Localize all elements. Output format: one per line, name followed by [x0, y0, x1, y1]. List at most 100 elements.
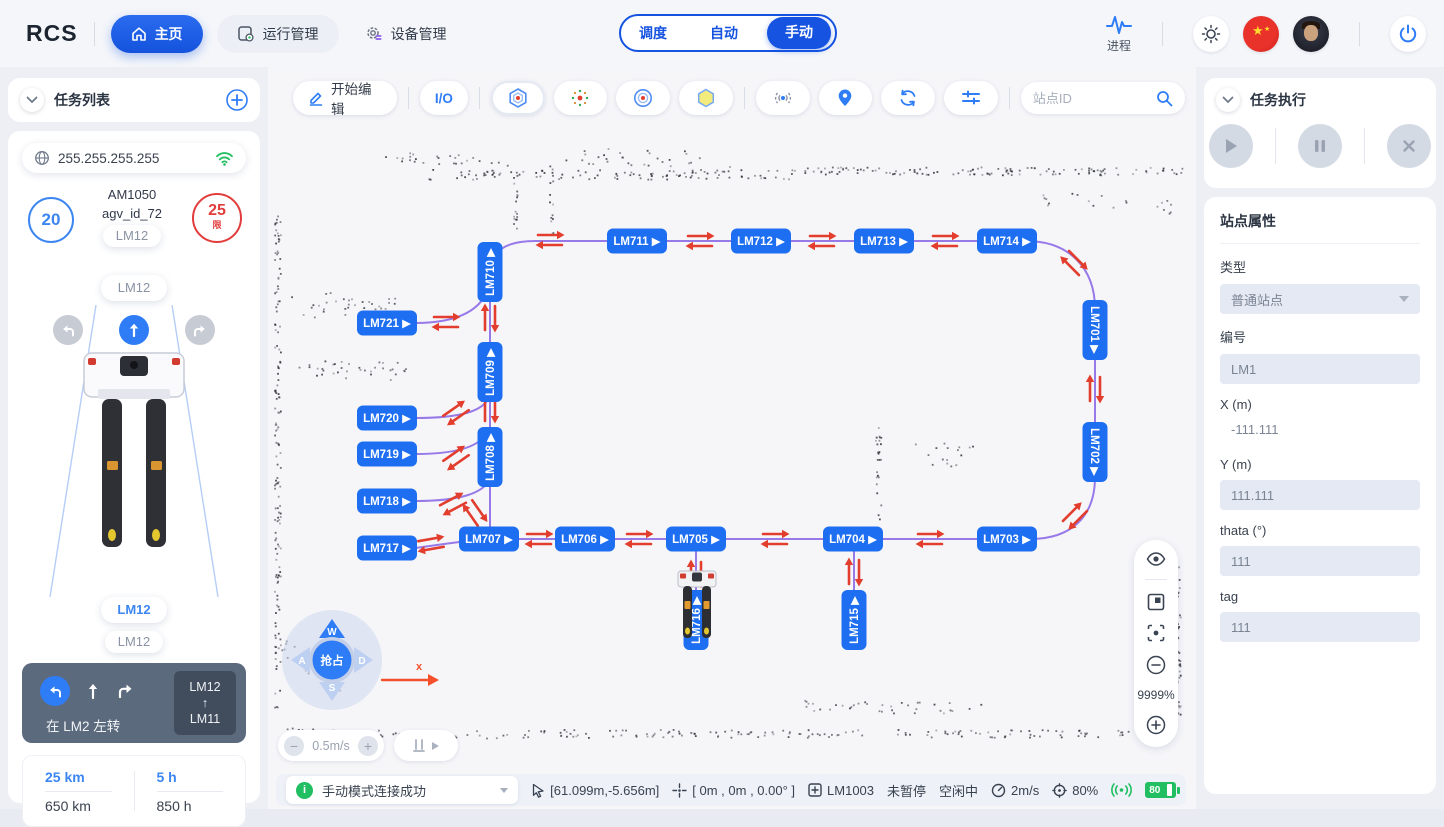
task-cancel-button[interactable] [1387, 124, 1431, 168]
map-station[interactable]: LM707 ▶ [459, 527, 519, 552]
visibility-button[interactable] [1146, 552, 1166, 566]
pulse-icon [1106, 14, 1132, 36]
tab-dispatch[interactable]: 调度 [625, 18, 681, 48]
map-station[interactable]: LM711 ▶ [607, 229, 667, 254]
theme-toggle-button[interactable] [1193, 16, 1229, 52]
nav-operations[interactable]: 运行管理 [217, 15, 339, 53]
map-station[interactable]: LM706 ▶ [555, 527, 615, 552]
joystick-a[interactable]: A [298, 656, 305, 667]
area-layer-button[interactable] [679, 81, 733, 115]
language-flag-button[interactable]: ★ ★ [1243, 16, 1279, 52]
map-station[interactable]: LM713 ▶ [854, 229, 914, 254]
number-input[interactable] [1231, 362, 1409, 377]
map-station[interactable]: LM701 ▶ [1083, 300, 1108, 360]
yellow-hexagon-icon [695, 87, 717, 109]
process-button[interactable]: 进程 [1106, 14, 1132, 54]
go-straight-icon[interactable] [119, 315, 149, 345]
joystick-s[interactable]: S [329, 683, 336, 694]
circle-layer-button[interactable] [616, 81, 670, 115]
joystick-seize-button[interactable]: 抢占 [321, 654, 344, 668]
chevron-down-icon [1399, 296, 1409, 302]
svg-text:LM718 ▶: LM718 ▶ [363, 496, 411, 508]
zoom-out-button[interactable] [1146, 655, 1166, 675]
locate-pin-button[interactable] [819, 81, 873, 115]
pointcloud-layer-button[interactable] [554, 81, 608, 115]
station-props-panel: 站点属性 类型 普通站点 编号 X (m) -111.111 Y (m) tha… [1204, 197, 1436, 794]
divider [94, 22, 95, 46]
nav-home[interactable]: 主页 [111, 15, 203, 53]
power-icon [1397, 23, 1419, 45]
map-station[interactable]: LM717 ▶ [357, 536, 417, 561]
map-station[interactable]: LM714 ▶ [977, 229, 1037, 254]
map-station[interactable]: LM709 ▶ [478, 342, 503, 402]
type-select[interactable]: 普通站点 [1220, 284, 1420, 314]
map-station[interactable]: LM705 ▶ [666, 527, 726, 552]
top-bar: RCS 主页 运行管理 设备管理 调度 自动 手动 进程 ★ ★ [0, 0, 1444, 67]
monitor-gear-icon [237, 25, 255, 43]
user-avatar[interactable] [1293, 16, 1329, 52]
nav-home-label: 主页 [155, 24, 183, 44]
map-station[interactable]: LM702 ▶ [1083, 422, 1108, 482]
task-exec-panel: 任务执行 [1204, 78, 1436, 188]
chevron-down-icon[interactable] [20, 88, 44, 112]
mode-switcher: 调度 自动 手动 [619, 14, 837, 52]
field-thata: thata (°) [1220, 523, 1420, 576]
joystick-d[interactable]: D [358, 656, 365, 667]
task-play-button[interactable] [1209, 124, 1253, 168]
stat-hours: 5 h 850 h [135, 769, 246, 814]
radar-scan-button[interactable] [756, 81, 810, 115]
filter-settings-button[interactable] [944, 81, 998, 115]
left-sidebar: 任务列表 255.255.255.255 20 AM1050 agv_id_72… [0, 67, 268, 809]
map-view-controls: 9999% [1134, 540, 1178, 747]
route-arrow: ↑ [202, 695, 208, 711]
search-icon[interactable] [1156, 90, 1173, 107]
station-search-input[interactable] [1033, 91, 1150, 106]
station-layer-button[interactable] [491, 81, 545, 115]
center-focus-button[interactable] [1147, 624, 1165, 642]
map-station[interactable]: LM703 ▶ [977, 527, 1037, 552]
agv-model: AM1050 [108, 187, 156, 202]
map-station[interactable]: LM715 ▶ [842, 590, 867, 650]
svg-text:LM715 ▶: LM715 ▶ [849, 596, 861, 644]
tab-manual[interactable]: 手动 [767, 17, 831, 49]
fork-control-button[interactable] [394, 730, 458, 761]
y-input[interactable] [1231, 488, 1409, 503]
circle-station-icon [632, 87, 654, 109]
station-search[interactable] [1021, 82, 1185, 114]
map-station[interactable]: LM704 ▶ [823, 527, 883, 552]
io-button[interactable]: I/O [420, 81, 468, 115]
turn-left-icon[interactable] [53, 315, 83, 345]
zoom-in-button[interactable] [1146, 715, 1166, 735]
svg-text:LM704 ▶: LM704 ▶ [829, 534, 877, 546]
tab-auto[interactable]: 自动 [696, 18, 752, 48]
task-pause-button[interactable] [1298, 124, 1342, 168]
map-station[interactable]: LM712 ▶ [731, 229, 791, 254]
turn-right-icon[interactable] [185, 315, 215, 345]
map-station[interactable]: LM708 ▶ [478, 427, 503, 487]
start-edit-button[interactable]: 开始编辑 [293, 81, 397, 115]
map-station[interactable]: LM718 ▶ [357, 489, 417, 514]
field-type: 类型 普通站点 [1220, 257, 1420, 314]
add-task-button[interactable] [226, 89, 248, 111]
manual-joystick[interactable]: W A S D 抢占 [282, 610, 382, 710]
speed-badge: 20 [28, 197, 74, 243]
map-station[interactable]: LM710 ▶ [478, 242, 503, 302]
map-station[interactable]: LM719 ▶ [357, 442, 417, 467]
tag-input[interactable] [1231, 620, 1409, 635]
agv-ip-row[interactable]: 255.255.255.255 [22, 143, 246, 173]
map-station[interactable]: LM720 ▶ [357, 406, 417, 431]
minimap-button[interactable] [1147, 593, 1165, 611]
map-station[interactable]: LM721 ▶ [357, 311, 417, 336]
power-button[interactable] [1390, 16, 1426, 52]
chevron-down-icon [500, 788, 508, 793]
status-message-dropdown[interactable]: i 手动模式连接成功 [286, 776, 518, 804]
chevron-down-icon[interactable] [1216, 88, 1240, 112]
thata-input[interactable] [1231, 554, 1409, 569]
joystick-w[interactable]: W [327, 627, 337, 638]
nav-devices[interactable]: 设备管理 [345, 15, 467, 53]
refresh-button[interactable] [881, 81, 935, 115]
speed-increase-button[interactable]: + [358, 736, 378, 756]
speed-decrease-button[interactable]: − [284, 736, 304, 756]
gauge-icon [991, 783, 1006, 798]
map-canvas[interactable]: xLM710 ▶LM709 ▶LM708 ▶LM711 ▶LM712 ▶LM71… [268, 67, 1196, 809]
